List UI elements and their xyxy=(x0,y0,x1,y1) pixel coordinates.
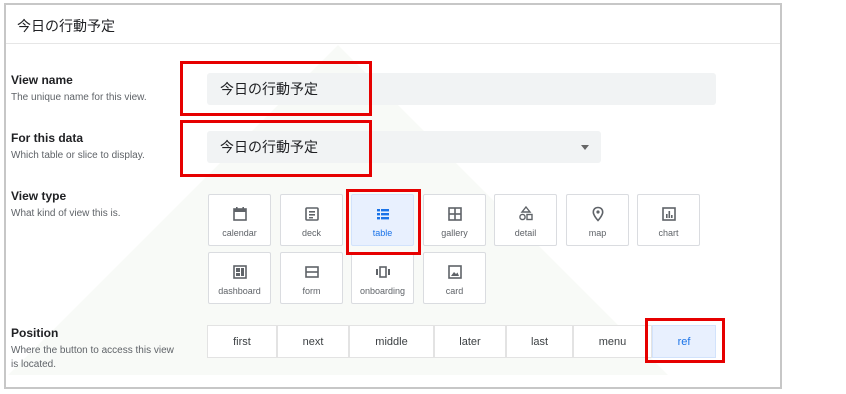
view-type-map[interactable]: map xyxy=(566,194,629,246)
panel-header: 今日の行動予定 xyxy=(6,5,780,44)
view-name-input[interactable]: 今日の行動予定 xyxy=(207,73,716,105)
view-type-label-calendar: calendar xyxy=(222,228,257,238)
position-label-group: Position Where the button to access this… xyxy=(11,326,176,372)
position-first-button[interactable]: first xyxy=(207,325,277,358)
view-type-label-table: table xyxy=(372,228,393,238)
view-type-label-chart: chart xyxy=(658,228,679,238)
view-type-label-map: map xyxy=(588,228,607,238)
for-this-data-value: 今日の行動予定 xyxy=(220,139,318,155)
view-type-card[interactable]: card xyxy=(423,252,486,304)
chart-icon xyxy=(661,207,676,221)
position-label: Position xyxy=(11,326,59,340)
page-title: 今日の行動予定 xyxy=(17,18,115,34)
view-type-label-deck: deck xyxy=(301,228,321,238)
view-type-calendar[interactable]: calendar xyxy=(208,194,271,246)
position-middle-button[interactable]: middle xyxy=(349,325,434,358)
view-type-chart[interactable]: chart xyxy=(637,194,700,246)
map-pin-icon xyxy=(591,206,604,222)
position-next-button[interactable]: next xyxy=(277,325,349,358)
view-type-label-onboarding: onboarding xyxy=(359,286,406,296)
gallery-icon xyxy=(447,207,462,221)
onboarding-icon xyxy=(375,266,390,278)
dropdown-arrow-icon xyxy=(581,145,589,150)
view-type-label-detail: detail xyxy=(514,228,537,238)
view-name-label-group: View name The unique name for this view. xyxy=(11,73,147,105)
view-type-description: What kind of view this is. xyxy=(11,208,121,219)
view-type-deck[interactable]: deck xyxy=(280,194,343,246)
position-ref-button[interactable]: ref xyxy=(652,325,716,358)
view-type-label: View type xyxy=(11,189,67,203)
position-description: Where the button to access this view is … xyxy=(11,345,174,370)
view-type-form[interactable]: form xyxy=(280,252,343,304)
form-icon xyxy=(304,266,319,278)
view-type-dashboard[interactable]: dashboard xyxy=(208,252,271,304)
view-type-label-card: card xyxy=(445,286,464,296)
detail-icon xyxy=(518,206,533,221)
table-icon xyxy=(376,209,389,220)
view-type-label-dashboard: dashboard xyxy=(218,286,261,296)
view-type-gallery[interactable]: gallery xyxy=(423,194,486,246)
deck-icon xyxy=(304,207,319,221)
view-type-label-form: form xyxy=(302,286,321,296)
position-last-button[interactable]: last xyxy=(506,325,573,358)
for-this-data-select[interactable]: 今日の行動予定 xyxy=(207,131,601,163)
calendar-icon xyxy=(232,207,247,221)
view-type-label-gallery: gallery xyxy=(441,228,468,238)
position-menu-button[interactable]: menu xyxy=(573,325,652,358)
dashboard-icon xyxy=(232,265,247,279)
view-name-description: The unique name for this view. xyxy=(11,92,147,103)
view-type-detail[interactable]: detail xyxy=(494,194,557,246)
position-later-button[interactable]: later xyxy=(434,325,506,358)
for-this-data-label: For this data xyxy=(11,131,84,145)
card-icon xyxy=(447,265,462,279)
for-this-data-label-group: For this data Which table or slice to di… xyxy=(11,131,145,163)
view-type-label-group: View type What kind of view this is. xyxy=(11,189,120,221)
view-name-label: View name xyxy=(11,73,73,87)
for-this-data-description: Which table or slice to display. xyxy=(11,150,145,161)
view-type-onboarding[interactable]: onboarding xyxy=(351,252,414,304)
view-type-table[interactable]: table xyxy=(351,194,414,246)
